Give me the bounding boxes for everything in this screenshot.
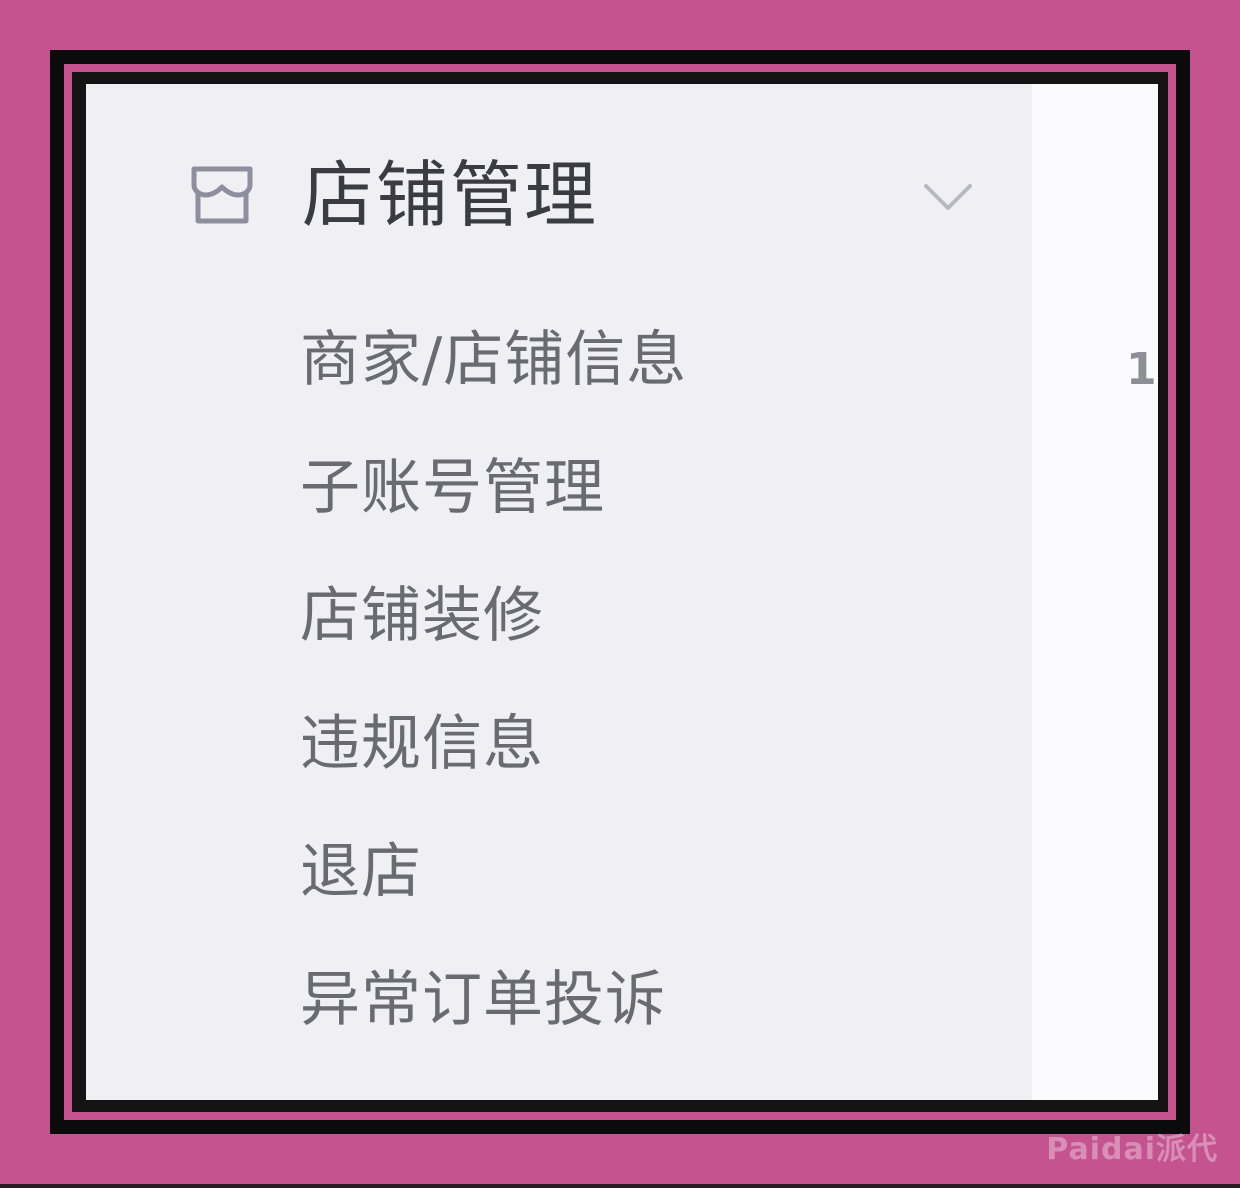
bottom-edge-line [0, 1184, 1240, 1188]
watermark: Paidai派代 [1046, 1132, 1218, 1167]
menu-item-close-store[interactable]: 退店 [300, 808, 687, 936]
menu-item-label: 异常订单投诉 [300, 965, 666, 1035]
menu-group-store-management[interactable]: 店铺管理 [186, 150, 976, 240]
chevron-down-icon[interactable] [920, 168, 976, 224]
content-peek-text: 1 [1126, 344, 1157, 395]
sidebar-menu: 店铺管理 商家/店铺信息 子账号管理 店铺装修 违规信息 退店 异常订单投诉 [86, 84, 1032, 1100]
menu-item-merchant-store-info[interactable]: 商家/店铺信息 [300, 296, 687, 424]
menu-item-label: 退店 [300, 837, 422, 907]
menu-item-violation-info[interactable]: 违规信息 [300, 680, 687, 808]
menu-item-label: 违规信息 [300, 709, 544, 779]
main-content-area [1032, 84, 1158, 1100]
menu-item-label: 商家/店铺信息 [300, 325, 688, 395]
menu-item-label: 店铺装修 [300, 581, 544, 651]
submenu-list: 商家/店铺信息 子账号管理 店铺装修 违规信息 退店 异常订单投诉 [300, 296, 687, 1064]
screenshot-panel: 店铺管理 商家/店铺信息 子账号管理 店铺装修 违规信息 退店 异常订单投诉 1 [86, 84, 1158, 1100]
menu-item-label: 子账号管理 [300, 453, 605, 523]
menu-item-abnormal-order-complaint[interactable]: 异常订单投诉 [300, 936, 687, 1064]
menu-item-sub-account-management[interactable]: 子账号管理 [300, 424, 687, 552]
menu-group-title: 店铺管理 [302, 153, 599, 237]
store-icon [186, 159, 258, 231]
menu-item-store-decoration[interactable]: 店铺装修 [300, 552, 687, 680]
